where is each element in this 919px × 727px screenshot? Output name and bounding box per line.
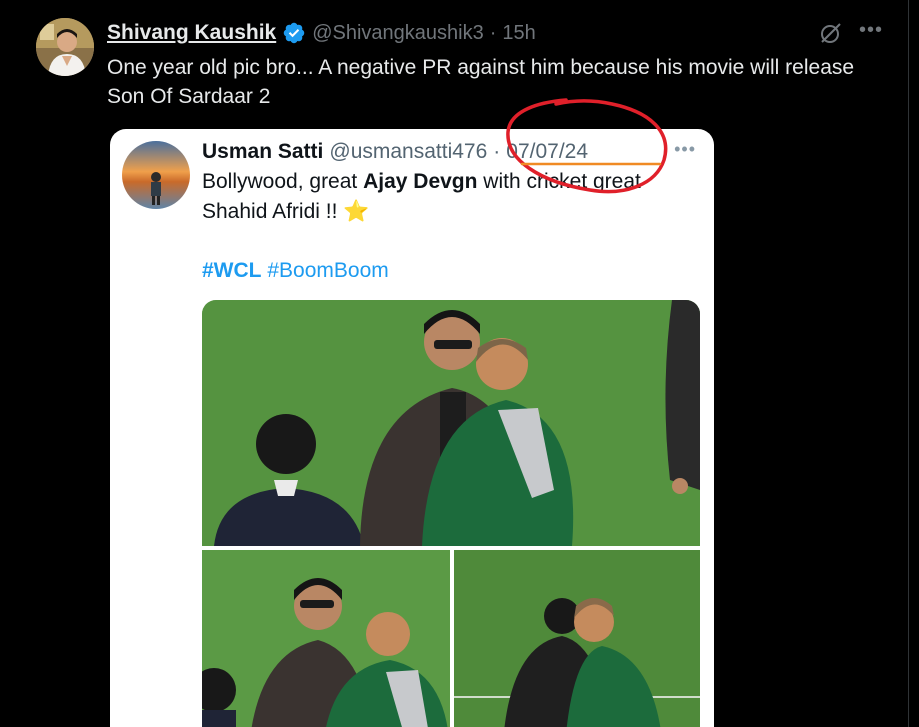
avatar-image bbox=[36, 18, 94, 76]
embedded-tweet-text: Bollywood, great Ajay Devgn with cricket… bbox=[202, 167, 702, 227]
embedded-date: 07/07/24 bbox=[506, 140, 589, 163]
photo-bottom-right bbox=[454, 550, 700, 727]
hashtag-wcl: #WCL bbox=[202, 259, 262, 282]
embedded-author-name: Usman Satti bbox=[202, 140, 324, 163]
embedded-author-handle: @usmansatti476 bbox=[329, 140, 488, 163]
tweet-text: One year old pic bro... A negative PR ag… bbox=[107, 56, 855, 108]
author-handle[interactable]: @Shivangkaushik3 bbox=[312, 22, 484, 45]
photo-bottom-left bbox=[202, 550, 450, 727]
embedded-photo-grid bbox=[202, 300, 700, 727]
photo-top bbox=[202, 300, 700, 546]
more-options-icon[interactable]: ••• bbox=[858, 20, 884, 46]
verified-badge-icon[interactable] bbox=[282, 21, 306, 45]
separator-dot: · bbox=[489, 21, 497, 44]
hashtag-boomboom: #BoomBoom bbox=[267, 259, 389, 282]
author-name[interactable]: Shivang Kaushik bbox=[107, 21, 276, 45]
embedded-hashtags: #WCL #BoomBoom bbox=[202, 256, 389, 286]
avatar[interactable] bbox=[36, 18, 94, 76]
embedded-more-icon: ••• bbox=[674, 139, 696, 159]
embedded-text-mention: Ajay Devgn bbox=[363, 170, 478, 193]
star-emoji-icon: ⭐ bbox=[343, 200, 370, 223]
embedded-text-part-1: Bollywood, great bbox=[202, 170, 364, 193]
timestamp[interactable]: 15h bbox=[502, 22, 535, 45]
tweet-header: Shivang Kaushik @Shivangkaushik3 · 15h bbox=[107, 18, 536, 48]
embedded-avatar bbox=[122, 141, 190, 209]
tweet-page: Shivang Kaushik @Shivangkaushik3 · 15h •… bbox=[0, 0, 919, 727]
grok-icon[interactable] bbox=[818, 20, 844, 46]
embedded-separator-dot: · bbox=[493, 140, 501, 163]
timeline-border bbox=[908, 0, 909, 727]
embedded-photos bbox=[202, 300, 700, 727]
attached-screenshot[interactable]: Usman Satti @usmansatti476 · 07/07/24 ••… bbox=[110, 129, 714, 727]
embedded-tweet-header: Usman Satti @usmansatti476 · 07/07/24 bbox=[202, 137, 588, 167]
embedded-avatar-image bbox=[122, 141, 190, 209]
